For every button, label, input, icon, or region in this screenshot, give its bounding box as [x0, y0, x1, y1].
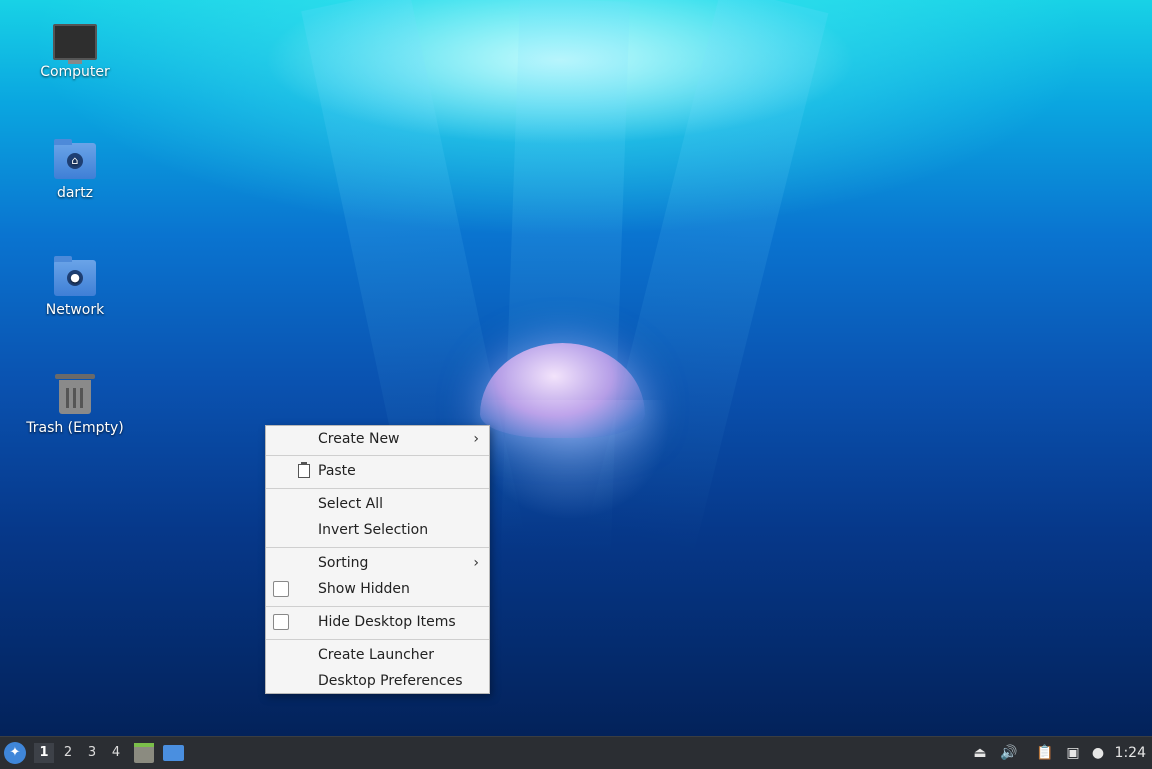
menu-item-create-launcher[interactable]: Create Launcher: [266, 642, 489, 668]
menu-item-label: Hide Desktop Items: [318, 614, 456, 630]
menu-item-invert-selection[interactable]: Invert Selection: [266, 517, 489, 543]
show-desktop-icon[interactable]: [163, 745, 184, 761]
menu-item-label: Select All: [318, 496, 383, 512]
start-menu-button[interactable]: ✦: [4, 742, 26, 764]
trash-icon: [55, 374, 95, 414]
menu-item-show-hidden[interactable]: Show Hidden: [266, 576, 489, 602]
desktop-icon-trash[interactable]: Trash (Empty): [15, 374, 135, 436]
menu-item-label: Create Launcher: [318, 647, 435, 663]
workspace-1-button[interactable]: 1: [34, 743, 54, 763]
taskbar: ✦ 1 2 3 4 ⏏ 🔊 📋 ▣ ● 1:24: [0, 736, 1152, 769]
show-hidden-checkbox[interactable]: [273, 581, 289, 597]
desktop-icon-label: Network: [45, 302, 105, 318]
desktop-icon-label: dartz: [56, 185, 94, 201]
menu-separator: [266, 606, 489, 607]
desktop-icon-label: Computer: [40, 64, 110, 80]
menu-item-label: Show Hidden: [318, 581, 410, 597]
submenu-arrow-icon: ›: [473, 555, 479, 571]
paste-icon: [298, 462, 310, 478]
menu-separator: [266, 547, 489, 548]
file-manager-launcher-icon[interactable]: [134, 743, 154, 763]
desktop-icon-network[interactable]: ● Network: [15, 256, 135, 318]
menu-item-desktop-preferences[interactable]: Desktop Preferences: [266, 668, 489, 694]
workspace-3-button[interactable]: 3: [82, 743, 102, 763]
menu-item-create-new[interactable]: Create New ›: [266, 426, 489, 452]
menu-separator: [266, 639, 489, 640]
network-icon[interactable]: ▣: [1062, 743, 1084, 763]
jellyfish-image: [480, 343, 645, 438]
workspace-4-button[interactable]: 4: [106, 743, 126, 763]
home-folder-icon: ⌂: [54, 139, 96, 179]
desktop[interactable]: Computer ⌂ dartz ● Network Trash (Empty): [0, 0, 1152, 736]
menu-item-sorting[interactable]: Sorting ›: [266, 550, 489, 576]
workspace-2-button[interactable]: 2: [58, 743, 78, 763]
desktop-icon-computer[interactable]: Computer: [15, 24, 135, 80]
menu-item-label: Sorting: [318, 555, 369, 571]
menu-separator: [266, 455, 489, 456]
menu-item-label: Desktop Preferences: [318, 673, 463, 689]
submenu-arrow-icon: ›: [473, 431, 479, 447]
volume-icon[interactable]: 🔊: [998, 743, 1020, 763]
menu-separator: [266, 488, 489, 489]
desktop-icon-home[interactable]: ⌂ dartz: [15, 139, 135, 201]
menu-item-select-all[interactable]: Select All: [266, 491, 489, 517]
menu-item-label: Paste: [318, 463, 356, 479]
notification-icon[interactable]: ●: [1088, 743, 1108, 763]
desktop-icon-label: Trash (Empty): [26, 420, 124, 436]
menu-item-label: Create New: [318, 431, 400, 447]
desktop-context-menu: Create New › Paste Select All Invert Sel…: [265, 425, 490, 694]
clipboard-icon[interactable]: 📋: [1034, 743, 1056, 763]
clock[interactable]: 1:24: [1115, 743, 1146, 763]
network-folder-icon: ●: [54, 256, 96, 296]
computer-icon: [53, 24, 97, 64]
eject-icon[interactable]: ⏏: [970, 743, 990, 763]
menu-item-paste[interactable]: Paste: [266, 458, 489, 484]
menu-item-label: Invert Selection: [318, 522, 429, 538]
hide-desktop-items-checkbox[interactable]: [273, 614, 289, 630]
menu-item-hide-desktop-items[interactable]: Hide Desktop Items: [266, 609, 489, 635]
